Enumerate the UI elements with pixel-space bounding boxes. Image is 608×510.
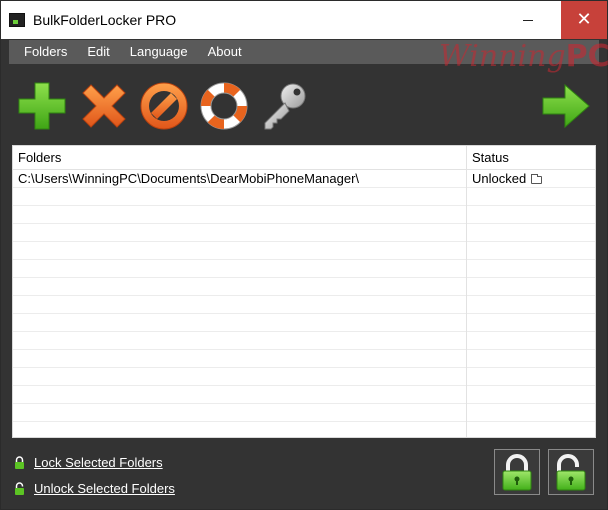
empty-row [13, 260, 595, 278]
menu-about[interactable]: About [198, 40, 252, 64]
lock-open-icon [556, 454, 586, 491]
empty-row [13, 332, 595, 350]
window-title: BulkFolderLocker PRO [33, 12, 177, 28]
empty-row [13, 404, 595, 422]
empty-row [13, 278, 595, 296]
forward-button[interactable] [539, 79, 593, 133]
add-icon [18, 82, 66, 130]
remove-folder-button[interactable] [77, 79, 131, 133]
add-folder-button[interactable] [15, 79, 69, 133]
close-button[interactable]: ✕ [561, 1, 607, 39]
empty-row [13, 422, 595, 437]
empty-row [13, 296, 595, 314]
help-button[interactable] [197, 79, 251, 133]
password-key-button[interactable] [257, 79, 311, 133]
menu-language[interactable]: Language [120, 40, 198, 64]
grid-header: Folders Status [13, 146, 595, 170]
lock-selected-link[interactable]: Lock Selected Folders [13, 453, 163, 471]
empty-row [13, 224, 595, 242]
empty-row [13, 188, 595, 206]
lock-button[interactable] [494, 449, 540, 495]
key-icon [264, 83, 306, 130]
block-icon [140, 82, 188, 130]
grid-rows: C:\Users\WinningPC\Documents\DearMobiPho… [13, 170, 595, 437]
forward-arrow-icon [542, 83, 590, 129]
lock-closed-icon [15, 455, 24, 469]
empty-row [13, 206, 595, 224]
menu-bar: Folders Edit Language About [9, 40, 599, 64]
close-icon: ✕ [576, 9, 592, 30]
title-bar[interactable]: BulkFolderLocker PRO ✕ [1, 1, 607, 39]
block-button[interactable] [137, 79, 191, 133]
app-icon [9, 13, 25, 27]
unlock-selected-label: Unlock Selected Folders [34, 480, 175, 496]
empty-row [13, 314, 595, 332]
minimize-icon [523, 19, 533, 21]
empty-row [13, 350, 595, 368]
column-header-folders[interactable]: Folders [13, 146, 466, 169]
lock-open-icon [15, 481, 24, 495]
app-window: BulkFolderLocker PRO ✕ Folders Edit Lang… [0, 0, 608, 510]
status-cell: Unlocked [466, 170, 595, 188]
lock-selected-label: Lock Selected Folders [34, 454, 163, 470]
folder-grid[interactable]: Folders Status C:\Users\WinningPC\Docume… [12, 145, 596, 438]
lifebuoy-icon [200, 82, 248, 130]
lock-closed-icon [502, 454, 532, 491]
table-row[interactable]: C:\Users\WinningPC\Documents\DearMobiPho… [13, 170, 595, 188]
unlock-selected-link[interactable]: Unlock Selected Folders [13, 479, 175, 497]
empty-row [13, 386, 595, 404]
remove-icon [82, 84, 126, 128]
unlock-button[interactable] [548, 449, 594, 495]
status-text: Unlocked [472, 171, 527, 186]
minimize-button[interactable] [513, 1, 543, 39]
menu-edit[interactable]: Edit [77, 40, 119, 64]
folder-icon [531, 174, 543, 184]
empty-row [13, 242, 595, 260]
empty-row [13, 368, 595, 386]
toolbar [9, 65, 599, 141]
column-header-status[interactable]: Status [466, 146, 595, 169]
folder-path-cell: C:\Users\WinningPC\Documents\DearMobiPho… [18, 171, 360, 186]
menu-folders[interactable]: Folders [9, 40, 77, 64]
